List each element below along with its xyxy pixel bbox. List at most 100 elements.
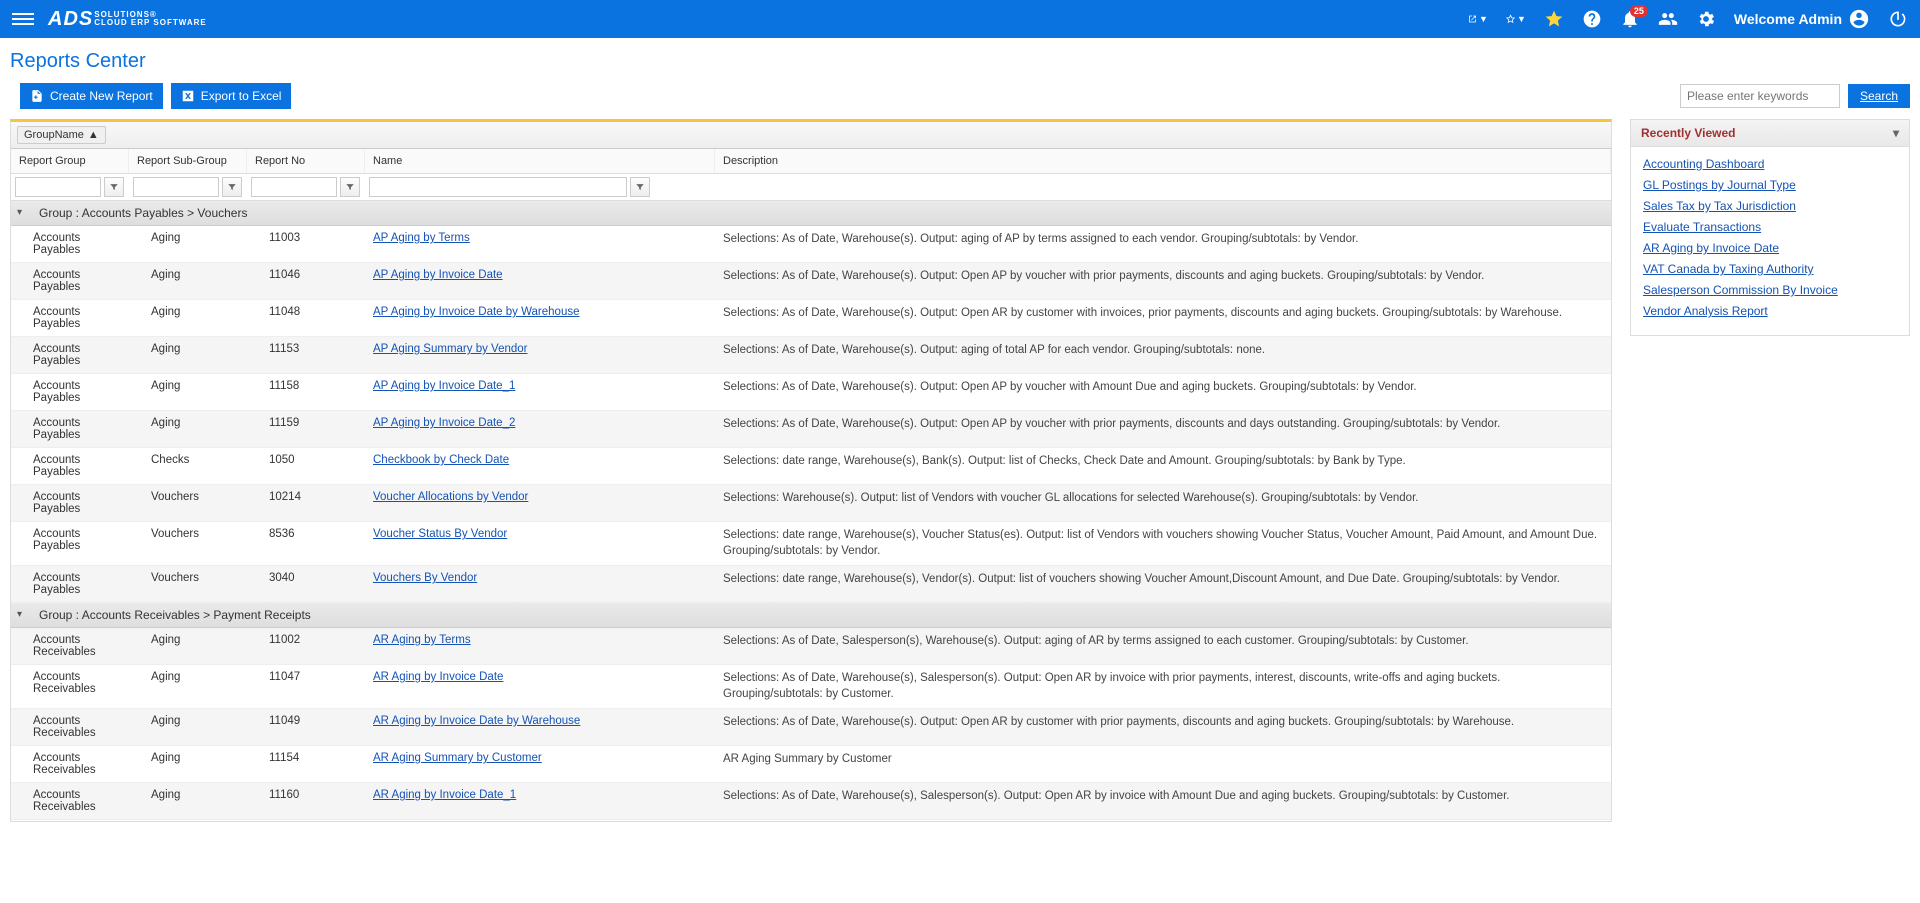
cell-desc: Selections: date range, Warehouse(s), Vo…	[715, 528, 1611, 559]
topbar-icons: ▼ ▼ 25 Welcome Admin	[1468, 8, 1908, 30]
filter-btn-name[interactable]	[630, 177, 650, 197]
report-link[interactable]: AP Aging by Invoice Date	[373, 269, 503, 281]
search-input[interactable]	[1680, 84, 1840, 108]
hamburger-menu[interactable]	[12, 10, 34, 28]
filter-btn-sub[interactable]	[222, 177, 242, 197]
welcome-user[interactable]: Welcome Admin	[1734, 8, 1870, 30]
table-row: Accounts PayablesVouchers8536Voucher Sta…	[11, 522, 1611, 566]
cell-no: 11002	[247, 634, 365, 658]
star-filled-icon[interactable]	[1544, 9, 1564, 29]
report-link[interactable]: AP Aging by Terms	[373, 232, 470, 244]
cell-desc: Selections: As of Date, Warehouse(s), Sa…	[715, 789, 1611, 813]
collapse-icon[interactable]: ▾	[17, 207, 22, 218]
recent-link[interactable]: Sales Tax by Tax Jurisdiction	[1643, 199, 1897, 213]
col-header-no[interactable]: Report No	[247, 149, 365, 173]
report-link[interactable]: AR Aging by Invoice Date by Warehouse	[373, 715, 580, 727]
chevron-down-icon[interactable]: ▾	[1893, 126, 1899, 140]
group-row[interactable]: ▾Group : Accounts Receivables > Payment …	[11, 603, 1611, 628]
logo[interactable]: ADS SOLUTIONS® CLOUD ERP SOFTWARE	[48, 8, 207, 31]
table-row: Accounts ReceivablesAging11161AR Aging b…	[11, 820, 1611, 821]
recent-link[interactable]: AR Aging by Invoice Date	[1643, 241, 1897, 255]
users-icon[interactable]	[1658, 9, 1678, 29]
group-chip[interactable]: GroupName ▲	[17, 126, 106, 144]
cell-sub: Aging	[129, 789, 247, 813]
filter-btn-no[interactable]	[340, 177, 360, 197]
cell-sub: Aging	[129, 417, 247, 441]
create-report-button[interactable]: Create New Report	[20, 83, 163, 109]
filter-btn-group[interactable]	[104, 177, 124, 197]
report-link[interactable]: AP Aging by Invoice Date_1	[373, 380, 515, 392]
col-header-name[interactable]: Name	[365, 149, 715, 173]
table-row: Accounts PayablesAging11046AP Aging by I…	[11, 263, 1611, 300]
report-link[interactable]: Checkbook by Check Date	[373, 454, 509, 466]
cell-group: Accounts Payables	[11, 306, 129, 330]
recent-link[interactable]: Vendor Analysis Report	[1643, 304, 1897, 318]
table-row: Accounts PayablesAging11003AP Aging by T…	[11, 226, 1611, 263]
report-link[interactable]: AR Aging Summary by Customer	[373, 752, 542, 764]
cell-sub: Checks	[129, 454, 247, 478]
cell-desc: Selections: date range, Warehouse(s), Ba…	[715, 454, 1611, 478]
recent-link[interactable]: VAT Canada by Taxing Authority	[1643, 262, 1897, 276]
cell-no: 11047	[247, 671, 365, 702]
bell-icon[interactable]: 25	[1620, 9, 1640, 29]
filter-no[interactable]	[251, 177, 337, 197]
report-link[interactable]: AP Aging Summary by Vendor	[373, 343, 528, 355]
recently-viewed-panel: Recently Viewed ▾ Accounting DashboardGL…	[1630, 119, 1910, 336]
cell-desc: Selections: As of Date, Warehouse(s), Sa…	[715, 671, 1611, 702]
export-excel-button[interactable]: Export to Excel	[171, 83, 292, 109]
cell-group: Accounts Payables	[11, 454, 129, 478]
table-row: Accounts PayablesVouchers3040Vouchers By…	[11, 566, 1611, 603]
col-header-group[interactable]: Report Group	[11, 149, 129, 173]
cell-desc: Selections: As of Date, Warehouse(s). Ou…	[715, 306, 1611, 330]
logo-sub: SOLUTIONS® CLOUD ERP SOFTWARE	[94, 11, 207, 27]
welcome-text: Welcome Admin	[1734, 11, 1842, 27]
report-link[interactable]: AR Aging by Invoice Date_1	[373, 789, 516, 801]
help-icon[interactable]	[1582, 9, 1602, 29]
gear-icon[interactable]	[1696, 9, 1716, 29]
report-link[interactable]: Voucher Allocations by Vendor	[373, 491, 528, 503]
cell-no: 8536	[247, 528, 365, 559]
col-header-desc[interactable]: Description	[715, 149, 1611, 173]
filter-name[interactable]	[369, 177, 627, 197]
cell-no: 11154	[247, 752, 365, 776]
report-link[interactable]: Voucher Status By Vendor	[373, 528, 507, 540]
filter-group[interactable]	[15, 177, 101, 197]
cell-desc: AR Aging Summary by Customer	[715, 752, 1611, 776]
cell-no: 11158	[247, 380, 365, 404]
power-icon[interactable]	[1888, 9, 1908, 29]
recent-link[interactable]: Evaluate Transactions	[1643, 220, 1897, 234]
recent-link[interactable]: Accounting Dashboard	[1643, 157, 1897, 171]
cell-group: Accounts Receivables	[11, 715, 129, 739]
group-row[interactable]: ▾Group : Accounts Payables > Vouchers	[11, 201, 1611, 226]
search-button[interactable]: Search	[1848, 84, 1910, 108]
cell-no: 11160	[247, 789, 365, 813]
recent-link[interactable]: GL Postings by Journal Type	[1643, 178, 1897, 192]
cell-no: 11153	[247, 343, 365, 367]
report-link[interactable]: AR Aging by Invoice Date	[373, 671, 503, 683]
reports-grid: GroupName ▲ Report Group Report Sub-Grou…	[10, 119, 1612, 822]
report-link[interactable]: AP Aging by Invoice Date by Warehouse	[373, 306, 579, 318]
report-link[interactable]: AP Aging by Invoice Date_2	[373, 417, 515, 429]
cell-desc: Selections: As of Date, Warehouse(s). Ou…	[715, 343, 1611, 367]
cell-no: 11049	[247, 715, 365, 739]
filter-sub[interactable]	[133, 177, 219, 197]
cell-group: Accounts Payables	[11, 269, 129, 293]
grid-body[interactable]: ▾Group : Accounts Payables > VouchersAcc…	[11, 201, 1611, 821]
cell-group: Accounts Receivables	[11, 789, 129, 813]
group-chip-row: GroupName ▲	[11, 122, 1611, 149]
collapse-icon[interactable]: ▾	[17, 609, 22, 620]
cell-name: AP Aging by Invoice Date	[365, 269, 715, 293]
sort-asc-icon: ▲	[88, 129, 99, 141]
table-row: Accounts PayablesAging11153AP Aging Summ…	[11, 337, 1611, 374]
cell-name: Voucher Status By Vendor	[365, 528, 715, 559]
content-area: GroupName ▲ Report Group Report Sub-Grou…	[0, 119, 1920, 832]
col-header-sub[interactable]: Report Sub-Group	[129, 149, 247, 173]
report-link[interactable]: Vouchers By Vendor	[373, 572, 477, 584]
recent-link[interactable]: Salesperson Commission By Invoice	[1643, 283, 1897, 297]
cell-group: Accounts Payables	[11, 572, 129, 596]
cell-sub: Aging	[129, 343, 247, 367]
share-icon[interactable]: ▼	[1468, 9, 1488, 29]
star-outline-icon[interactable]: ▼	[1506, 9, 1526, 29]
table-row: Accounts ReceivablesAging11047AR Aging b…	[11, 665, 1611, 709]
report-link[interactable]: AR Aging by Terms	[373, 634, 471, 646]
